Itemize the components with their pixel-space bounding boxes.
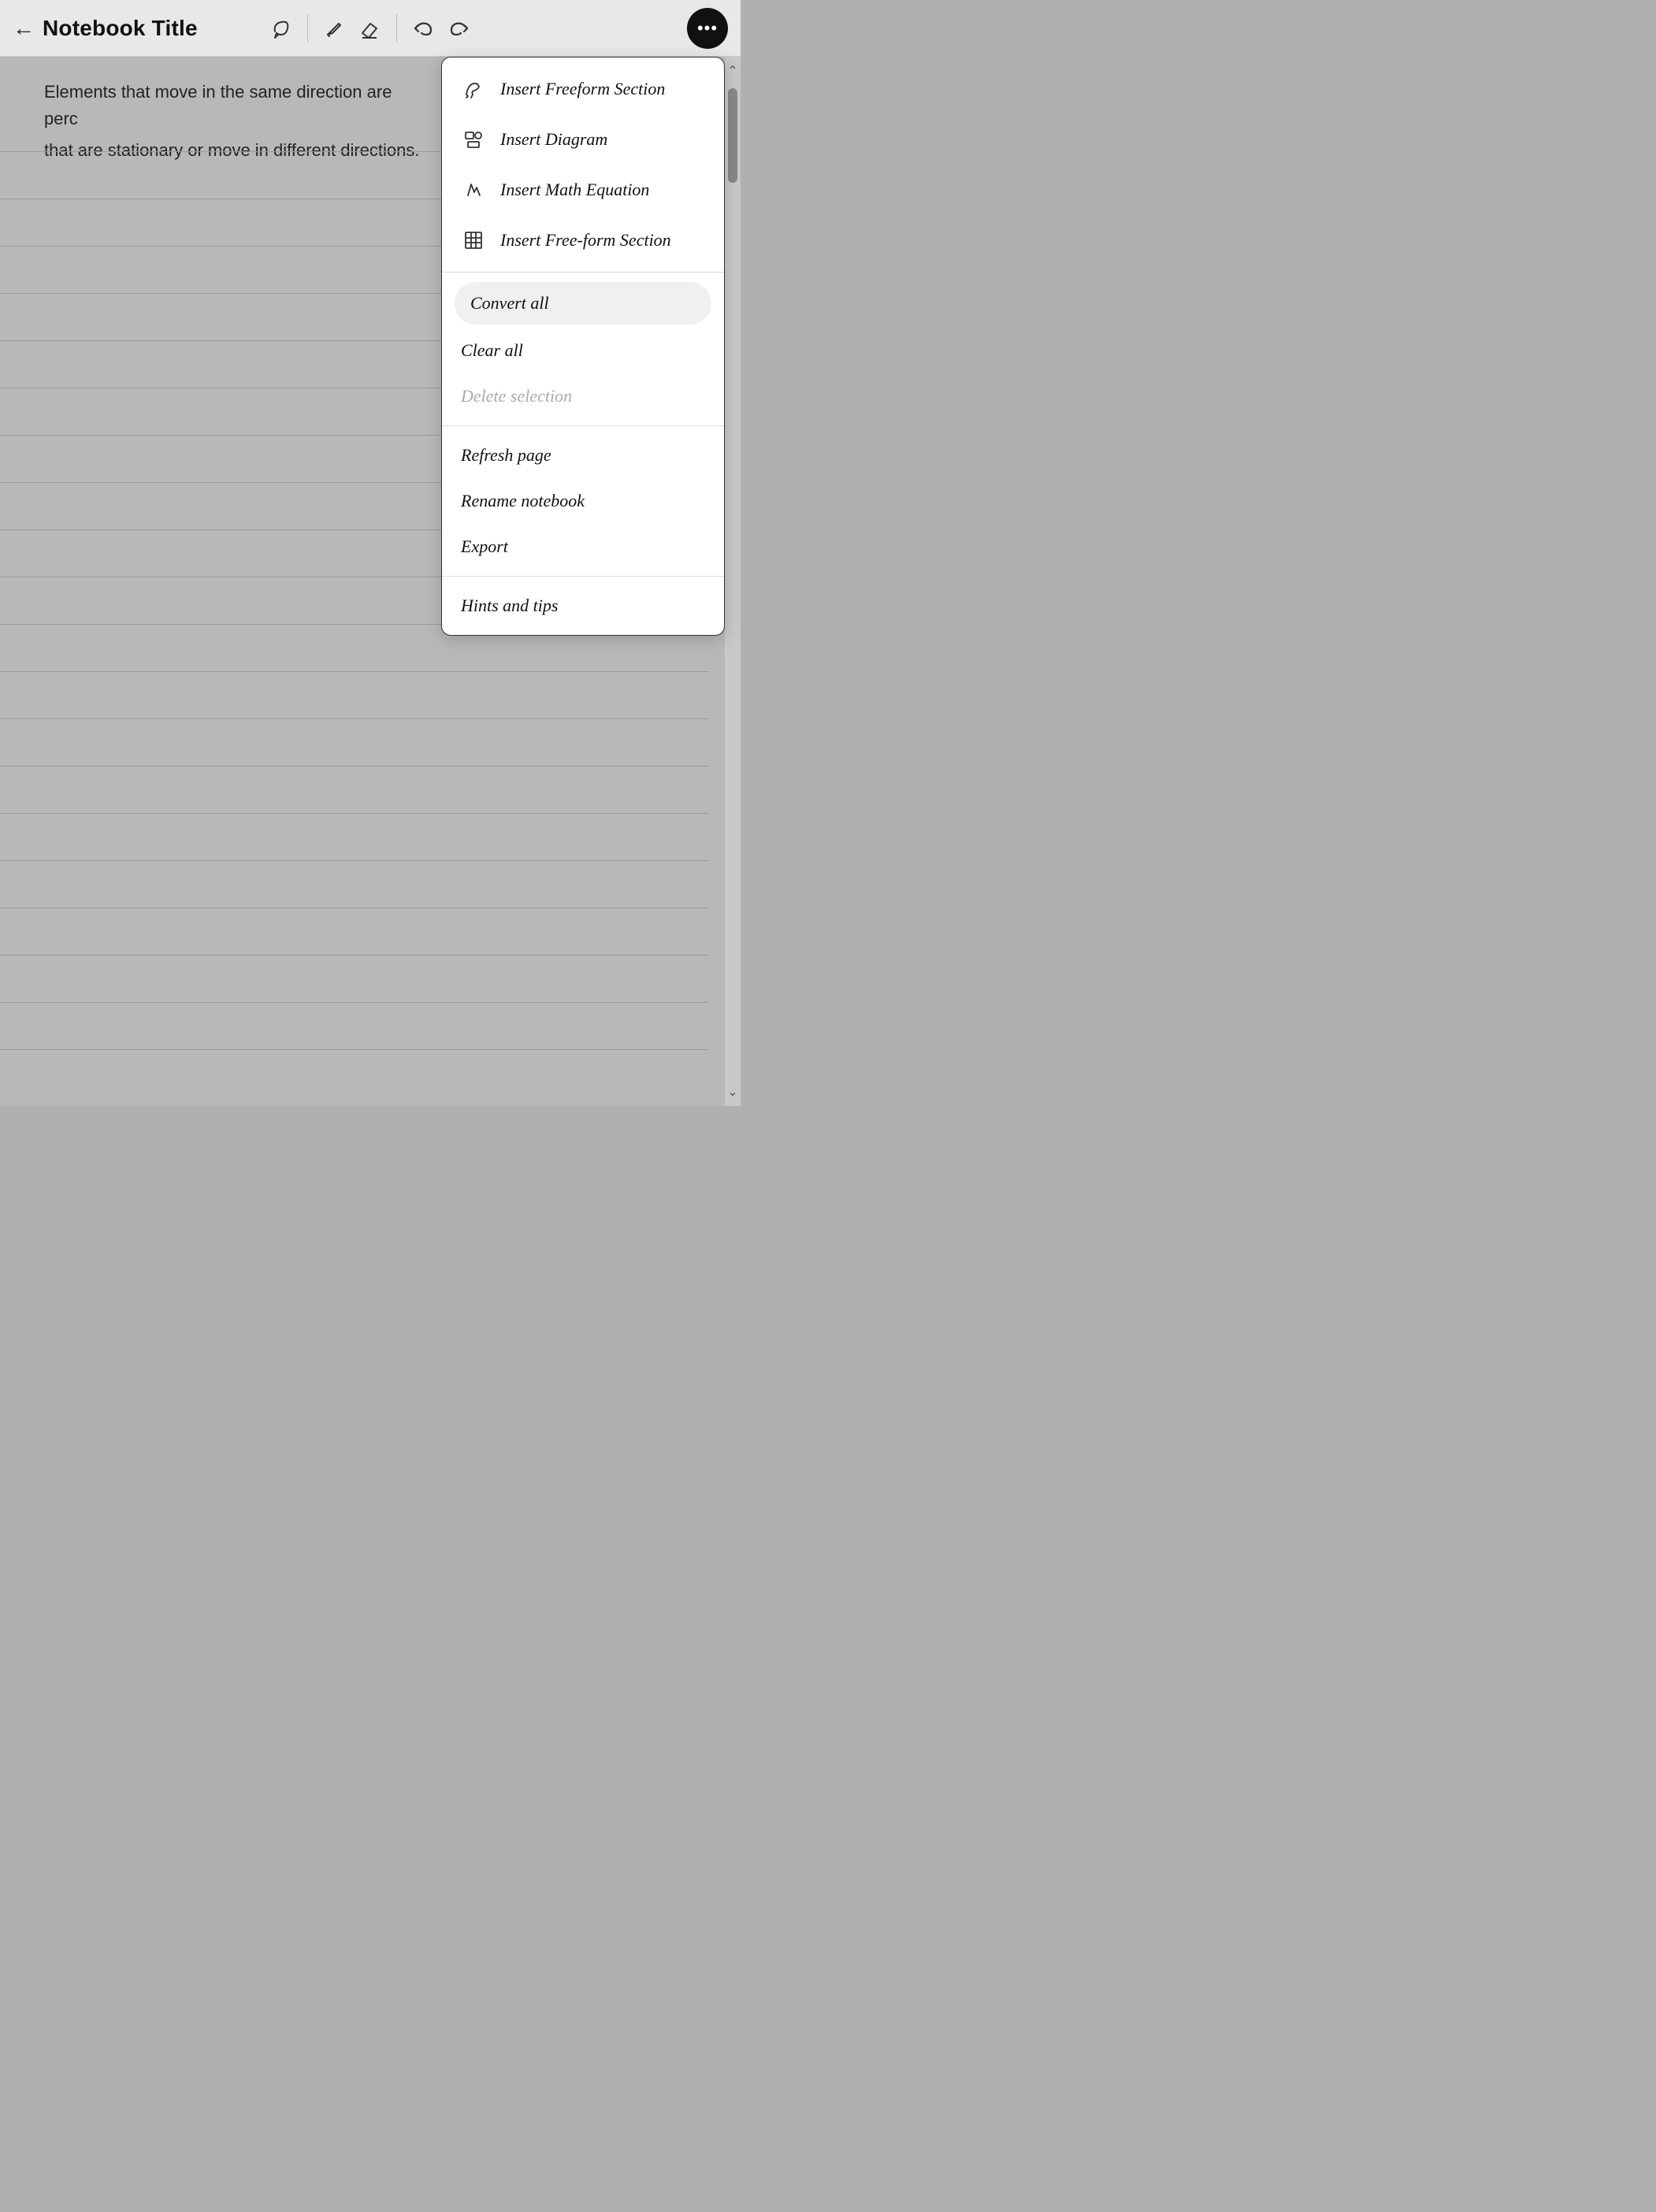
- pen-tool-button[interactable]: [317, 12, 351, 45]
- menu-item-rename-notebook-label: Rename notebook: [461, 491, 585, 511]
- freeform-icon: [461, 76, 486, 102]
- menu-item-hints-tips[interactable]: Hints and tips: [442, 583, 724, 629]
- scroll-down-button[interactable]: ⌄: [725, 1078, 741, 1106]
- menu-item-convert-all-label: Convert all: [470, 293, 549, 314]
- undo-button[interactable]: [407, 12, 440, 45]
- menu-item-refresh-page[interactable]: Refresh page: [442, 432, 724, 478]
- menu-item-hints-tips-label: Hints and tips: [461, 596, 558, 616]
- menu-item-clear-all-label: Clear all: [461, 340, 523, 361]
- scrollbar[interactable]: ⌃ ⌄: [725, 57, 741, 1106]
- toolbar-center: [251, 12, 490, 45]
- toolbar-divider-2: [396, 14, 397, 43]
- eraser-tool-button[interactable]: [354, 12, 387, 45]
- toolbar-left: ← Notebook Title: [13, 16, 251, 41]
- menu-item-insert-diagram-label: Insert Diagram: [500, 129, 607, 150]
- menu-item-insert-freeform-label: Insert Freeform Section: [500, 79, 665, 99]
- menu-item-insert-math-label: Insert Math Equation: [500, 180, 649, 200]
- menu-item-insert-freeform-section[interactable]: Insert Free-form Section: [442, 215, 724, 265]
- menu-item-insert-math[interactable]: Insert Math Equation: [442, 165, 724, 215]
- redo-button[interactable]: [443, 12, 476, 45]
- grid-icon: [461, 228, 486, 253]
- math-icon: [461, 177, 486, 202]
- diagram-icon: [461, 127, 486, 152]
- menu-section-insert: Insert Freeform Section Insert Diagram I…: [442, 58, 724, 272]
- menu-item-insert-freeform-section-label: Insert Free-form Section: [500, 230, 671, 251]
- menu-item-delete-selection-label: Delete selection: [461, 386, 572, 406]
- notebook-title: Notebook Title: [43, 16, 198, 41]
- menu-item-convert-all[interactable]: Convert all: [455, 282, 711, 325]
- menu-section-hints: Hints and tips: [442, 577, 724, 635]
- toolbar-right: •••: [489, 8, 728, 49]
- more-menu-button[interactable]: •••: [687, 8, 728, 49]
- menu-item-refresh-page-label: Refresh page: [461, 445, 551, 466]
- scroll-up-button[interactable]: ⌃: [725, 57, 741, 85]
- dropdown-menu: Insert Freeform Section Insert Diagram I…: [441, 57, 725, 636]
- menu-item-rename-notebook[interactable]: Rename notebook: [442, 478, 724, 524]
- toolbar-divider-1: [307, 14, 308, 43]
- menu-item-export-label: Export: [461, 536, 508, 557]
- menu-section-notebook: Refresh page Rename notebook Export: [442, 426, 724, 576]
- lasso-tool-button[interactable]: [265, 12, 298, 45]
- page-text-line1: Elements that move in the same direction…: [44, 79, 422, 132]
- toolbar: ← Notebook Title: [0, 0, 741, 57]
- menu-item-insert-diagram[interactable]: Insert Diagram: [442, 114, 724, 165]
- back-button[interactable]: ←: [13, 16, 35, 41]
- menu-section-edit: Convert all Clear all Delete selection: [442, 273, 724, 425]
- menu-item-delete-selection[interactable]: Delete selection: [442, 373, 724, 419]
- menu-item-export[interactable]: Export: [442, 524, 724, 570]
- menu-item-insert-freeform[interactable]: Insert Freeform Section: [442, 64, 724, 114]
- menu-item-clear-all[interactable]: Clear all: [442, 328, 724, 373]
- scrollbar-thumb[interactable]: [728, 88, 737, 183]
